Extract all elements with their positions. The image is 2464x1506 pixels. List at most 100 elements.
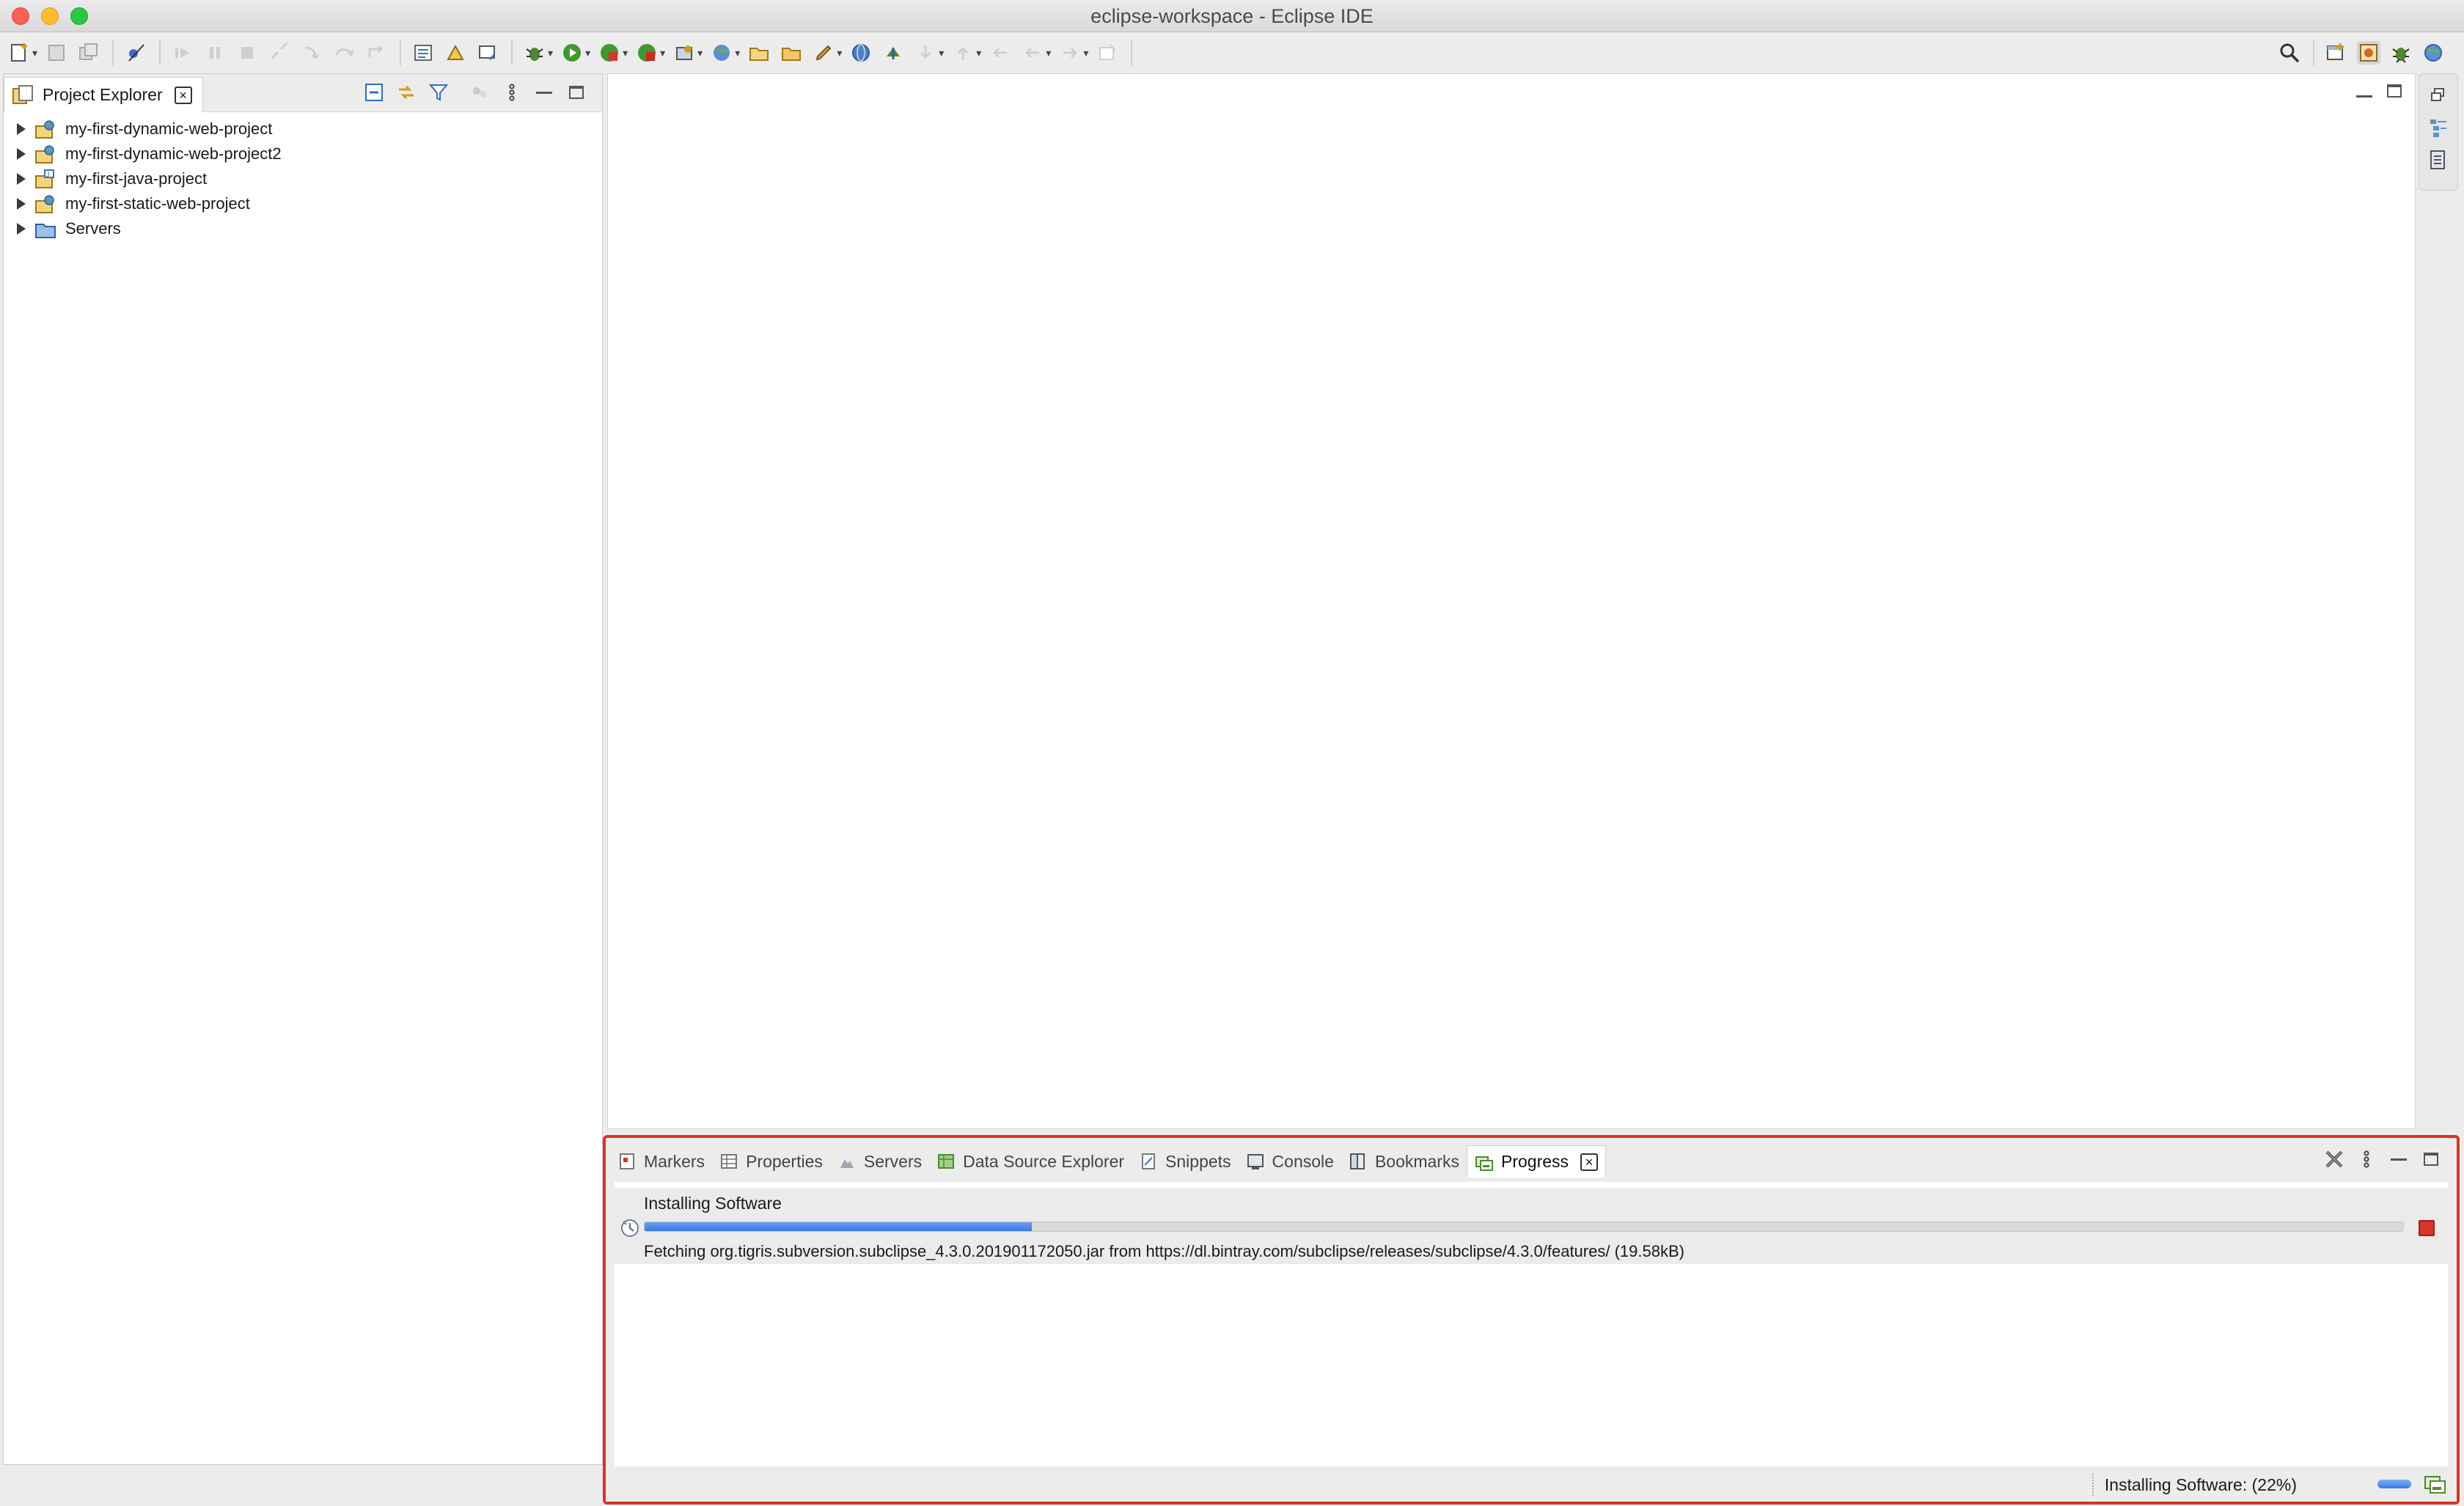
terminate-icon[interactable] bbox=[235, 41, 259, 65]
open-task-icon[interactable] bbox=[411, 41, 435, 65]
step-over-icon[interactable] bbox=[332, 41, 356, 65]
chevron-down-icon[interactable]: ▾ bbox=[548, 47, 553, 59]
chevron-down-icon[interactable]: ▾ bbox=[1083, 47, 1088, 59]
maximize-panel-icon[interactable] bbox=[2420, 1148, 2442, 1170]
tree-item[interactable]: my-first-dynamic-web-project bbox=[4, 117, 602, 142]
task-list-icon[interactable] bbox=[2427, 149, 2449, 171]
toolbar-separator bbox=[1131, 40, 1133, 65]
save-all-icon[interactable] bbox=[77, 41, 100, 65]
tab-properties[interactable]: Properties bbox=[712, 1145, 830, 1178]
pin-icon[interactable] bbox=[1096, 41, 1119, 65]
web-project-icon bbox=[35, 120, 54, 139]
chevron-down-icon[interactable]: ▾ bbox=[735, 47, 740, 59]
minimize-editor-icon[interactable] bbox=[2356, 83, 2372, 102]
project-explorer-view: Project Explorer × my-first-dynamic-web-… bbox=[3, 73, 603, 1465]
web-perspective-icon[interactable] bbox=[2421, 41, 2445, 65]
status-separator bbox=[2092, 1474, 2094, 1496]
status-progress-icon[interactable] bbox=[2377, 1480, 2411, 1488]
main-toolbar: ▾ ▾ ▾ ▾ ▾ ▾ ▾ ▾ ▾ ▾ ▾ ▾ bbox=[0, 32, 2464, 73]
view-menu-icon[interactable] bbox=[501, 81, 523, 103]
tree-item-label: Servers bbox=[65, 219, 121, 238]
tab-markers[interactable]: Markers bbox=[610, 1145, 712, 1178]
new-server-icon[interactable] bbox=[672, 41, 696, 65]
maximize-view-icon[interactable] bbox=[565, 81, 587, 103]
back-arrow-icon[interactable] bbox=[1021, 41, 1044, 65]
expand-triangle-icon[interactable] bbox=[17, 173, 26, 185]
external-tools-icon[interactable] bbox=[635, 41, 659, 65]
open-folder-icon[interactable] bbox=[747, 41, 771, 65]
tab-data-source-explorer[interactable]: Data Source Explorer bbox=[929, 1145, 1132, 1178]
close-tab-icon[interactable]: × bbox=[1580, 1153, 1599, 1171]
disconnect-icon[interactable] bbox=[268, 41, 291, 65]
expand-triangle-icon[interactable] bbox=[17, 223, 26, 235]
expand-triangle-icon[interactable] bbox=[17, 148, 26, 160]
link-with-editor-icon[interactable] bbox=[395, 81, 417, 103]
chevron-down-icon[interactable]: ▾ bbox=[1046, 47, 1051, 59]
chevron-down-icon[interactable]: ▾ bbox=[32, 47, 37, 59]
focus-on-active-task-icon[interactable] bbox=[469, 81, 491, 103]
toolbar-separator bbox=[112, 40, 114, 65]
close-tab-icon[interactable]: × bbox=[174, 86, 192, 104]
debug-perspective-icon[interactable] bbox=[2389, 41, 2413, 65]
collapse-all-icon[interactable] bbox=[363, 81, 385, 103]
status-text: Installing Software: (22%) bbox=[2104, 1475, 2297, 1494]
new-icon[interactable] bbox=[7, 41, 31, 65]
debug-icon[interactable] bbox=[523, 41, 546, 65]
open-file-icon[interactable] bbox=[780, 41, 803, 65]
chevron-down-icon[interactable]: ▾ bbox=[976, 47, 981, 59]
tab-snippets[interactable]: Snippets bbox=[1132, 1145, 1239, 1178]
deploy-icon[interactable] bbox=[881, 41, 905, 65]
title-bar: eclipse-workspace - Eclipse IDE bbox=[0, 0, 2464, 32]
chevron-down-icon[interactable]: ▾ bbox=[660, 47, 665, 59]
tab-project-explorer[interactable]: Project Explorer × bbox=[4, 77, 203, 112]
forward-arrow-icon[interactable] bbox=[1058, 41, 1082, 65]
coverage-icon[interactable] bbox=[598, 41, 621, 65]
tab-servers[interactable]: Servers bbox=[830, 1145, 929, 1178]
back-icon[interactable] bbox=[989, 41, 1012, 65]
open-perspective-icon[interactable] bbox=[2325, 41, 2348, 65]
chevron-down-icon[interactable]: ▾ bbox=[697, 47, 703, 59]
filter-icon[interactable] bbox=[428, 81, 450, 103]
new-web-icon[interactable] bbox=[710, 41, 733, 65]
open-perspective-icon[interactable] bbox=[476, 41, 499, 65]
restore-icon[interactable] bbox=[2427, 84, 2449, 106]
tree-item[interactable]: my-first-dynamic-web-project2 bbox=[4, 142, 602, 166]
edit-icon[interactable] bbox=[812, 41, 835, 65]
view-menu-icon[interactable] bbox=[2355, 1148, 2377, 1170]
expand-triangle-icon[interactable] bbox=[17, 123, 26, 135]
skip-breakpoints-icon[interactable] bbox=[124, 41, 147, 65]
chevron-down-icon[interactable]: ▾ bbox=[837, 47, 842, 59]
tab-console[interactable]: Console bbox=[1239, 1145, 1341, 1178]
suspend-icon[interactable] bbox=[203, 41, 227, 65]
save-icon[interactable] bbox=[45, 41, 68, 65]
progress-view-icon[interactable] bbox=[2423, 1472, 2446, 1496]
remove-all-finished-icon[interactable] bbox=[2323, 1148, 2345, 1170]
step-return-icon[interactable] bbox=[364, 41, 388, 65]
next-annotation-icon[interactable] bbox=[914, 41, 937, 65]
outline-icon[interactable] bbox=[2427, 117, 2449, 139]
chevron-down-icon[interactable]: ▾ bbox=[939, 47, 944, 59]
tree-item[interactable]: Jmy-first-java-project bbox=[4, 166, 602, 191]
chevron-down-icon[interactable]: ▾ bbox=[585, 47, 590, 59]
chevron-down-icon[interactable]: ▾ bbox=[623, 47, 628, 59]
tab-bookmarks[interactable]: Bookmarks bbox=[1341, 1145, 1467, 1178]
search-icon[interactable] bbox=[2278, 41, 2301, 65]
resume-icon[interactable] bbox=[171, 41, 194, 65]
cancel-job-button[interactable] bbox=[2419, 1220, 2435, 1236]
run-icon[interactable] bbox=[560, 41, 584, 65]
expand-triangle-icon[interactable] bbox=[17, 198, 26, 210]
minimize-panel-icon[interactable] bbox=[2388, 1148, 2410, 1170]
progress-job[interactable]: Installing Software Fetching org.tigris.… bbox=[615, 1188, 2448, 1264]
tree-item[interactable]: my-first-static-web-project bbox=[4, 191, 602, 216]
project-explorer-tabbar: Project Explorer × bbox=[4, 74, 602, 112]
open-type-icon[interactable] bbox=[444, 41, 467, 65]
maximize-editor-icon[interactable] bbox=[2387, 83, 2402, 102]
tree-item[interactable]: Servers bbox=[4, 216, 602, 241]
globe-icon[interactable] bbox=[849, 41, 873, 65]
tab-label: Data Source Explorer bbox=[963, 1151, 1125, 1171]
step-into-icon[interactable] bbox=[300, 41, 323, 65]
java-ee-perspective-icon[interactable] bbox=[2357, 41, 2380, 65]
previous-annotation-icon[interactable] bbox=[951, 41, 975, 65]
tab-progress[interactable]: Progress × bbox=[1466, 1145, 1607, 1178]
minimize-view-icon[interactable] bbox=[533, 81, 555, 103]
